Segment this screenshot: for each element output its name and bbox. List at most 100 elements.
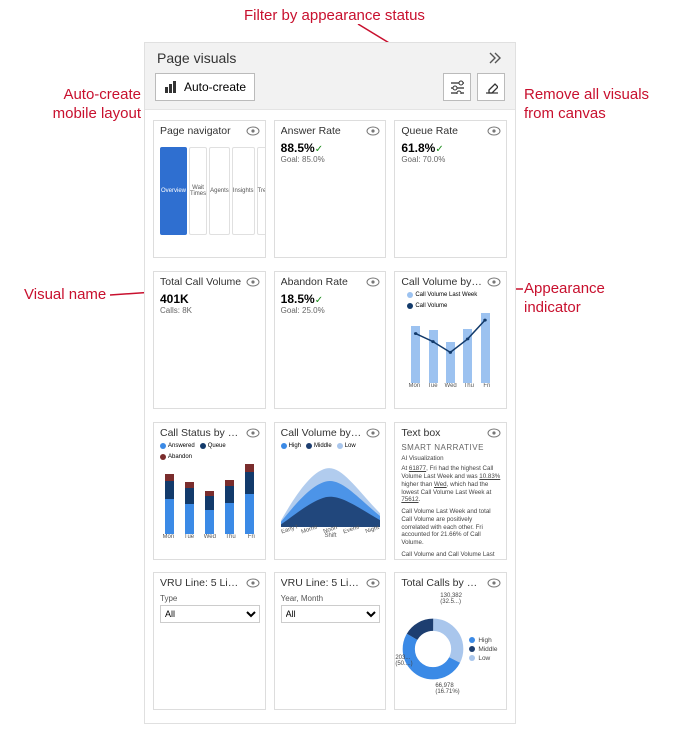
axis-tick: Tue [425,383,439,389]
kpi-goal: Goal: 85.0% [281,155,381,164]
visual-card-body: 401KCalls: 8K [154,290,265,408]
axis-tick: Wed [201,534,218,540]
visual-card[interactable]: Total Call Volume 401KCalls: 8K [153,271,266,409]
check-icon: ✓ [315,144,323,155]
axis-tick: Thu [462,383,476,389]
visual-card[interactable]: Call Volume by S... HighMiddleLowEarly Mo… [274,422,387,560]
appearance-indicator-icon[interactable] [366,277,380,287]
pagenav-tab[interactable]: Trends [257,147,265,235]
legend-item: High [469,637,497,644]
visual-card[interactable]: Call Volume by ...Call Volume Last WeekC… [394,271,507,409]
appearance-indicator-icon[interactable] [246,428,260,438]
panel-toolbar: Auto-create [145,73,515,109]
pagenav-tab[interactable]: Insights [232,147,255,235]
pagenav-tab[interactable]: Overview [160,147,187,235]
visual-card[interactable]: Abandon Rate 18.5%✓Goal: 25.0% [274,271,387,409]
visual-card-body: 88.5%✓Goal: 85.0% [275,139,386,257]
check-icon: ✓ [315,295,323,306]
visual-card-body: OverviewWait TimesAgentsInsightsTrends [154,139,265,257]
visual-card[interactable]: Call Status by W...AnsweredQueueAbandonM… [153,422,266,560]
slicer-select[interactable]: All [160,605,260,623]
visual-card-body: HighMiddleLow130,382(32.5...)203...(50..… [395,591,506,709]
visuals-grid: Page navigatorOverviewWait TimesAgentsIn… [145,109,515,723]
legend-item: Low [469,655,497,662]
visual-card[interactable]: VRU Line: 5 Line...TypeAll [153,572,266,710]
appearance-indicator-icon[interactable] [487,277,501,287]
kpi-value: 401K [160,292,189,306]
appearance-indicator-icon[interactable] [487,428,501,438]
visual-card-body: Year, Month All [275,591,386,709]
visual-card-body: HighMiddleLowEarly MorningMorningNoonEve… [275,441,386,559]
visual-name: VRU Line: 5 Line... [281,577,363,589]
eraser-icon [484,80,498,94]
appearance-indicator-icon[interactable] [366,428,380,438]
visual-card-header: Total Call Volume [154,272,265,290]
collapse-icon[interactable] [487,50,503,66]
remove-all-button[interactable] [477,73,505,101]
annotation-autocreate: Auto-createmobile layout [21,86,141,124]
visual-name: Call Volume by S... [281,427,363,439]
filter-button[interactable] [443,73,471,101]
appearance-indicator-icon[interactable] [487,578,501,588]
visual-card[interactable]: VRU Line: 5 Line... Year, Month All [274,572,387,710]
appearance-indicator-icon[interactable] [366,126,380,136]
legend-item: Call Volume Last Week [407,292,477,298]
visual-card[interactable]: Text boxSMART NARRATIVEAI VisualizationA… [394,422,507,560]
visual-name: Call Status by W... [160,427,242,439]
axis-tick: Thu [222,534,239,540]
axis-tick: Tue [181,534,198,540]
text-paragraph: At 61877, Fri had the highest Call Volum… [401,465,501,504]
visual-card-body: AnsweredQueueAbandonMonTueWedThuFri [154,441,265,559]
appearance-indicator-icon[interactable] [366,578,380,588]
kpi-value: 61.8% [401,141,435,155]
visual-name: Answer Rate [281,125,363,137]
panel-header: Page visuals [145,43,515,73]
visual-card-header: Call Volume by S... [275,423,386,441]
axis-tick: Fri [480,383,494,389]
donut-datalabel: 203...(50....) [395,655,412,667]
visual-name: VRU Line: 5 Line... [160,577,242,589]
annotation-appearance: Appearanceindicator [524,280,605,318]
visual-card[interactable]: Total Calls by Pri...HighMiddleLow130,38… [394,572,507,710]
visual-name: Queue Rate [401,125,483,137]
visual-name: Text box [401,427,483,439]
visual-card-header: Abandon Rate [275,272,386,290]
slicer-label: Year, Month [281,594,323,603]
visual-name: Abandon Rate [281,276,363,288]
visual-card[interactable]: Page navigatorOverviewWait TimesAgentsIn… [153,120,266,258]
visual-card-body: 61.8%✓Goal: 70.0% [395,139,506,257]
axis-tick: Mon [407,383,421,389]
visual-card-header: VRU Line: 5 Line... [275,573,386,591]
axis-tick: Fri [243,534,260,540]
pagenav-tab[interactable]: Wait Times [189,147,207,235]
pagenav-tab[interactable]: Agents [209,147,230,235]
visual-card[interactable]: Answer Rate 88.5%✓Goal: 85.0% [274,120,387,258]
kpi-value: 88.5% [281,141,315,155]
annotation-visualname: Visual name [24,286,106,305]
appearance-indicator-icon[interactable] [246,277,260,287]
axis-tick: Wed [444,383,458,389]
visual-card-header: Total Calls by Pri... [395,573,506,591]
slicer-select[interactable]: All [281,605,381,623]
appearance-indicator-icon[interactable] [246,126,260,136]
kpi-goal: Calls: 8K [160,306,260,315]
kpi-goal: Goal: 25.0% [281,306,381,315]
auto-create-label: Auto-create [184,80,246,94]
y-axis-label: Call Volume [505,312,506,339]
page-visuals-panel: Page visuals Auto-create [144,42,516,724]
sliders-icon [450,80,464,94]
visual-card-body: 18.5%✓Goal: 25.0% [275,290,386,408]
legend-item: Abandon [160,454,192,460]
text-paragraph: Call Volume and Call Volume Last Week [401,551,501,559]
legend-item: Middle [469,646,497,653]
panel-title: Page visuals [157,50,487,66]
appearance-indicator-icon[interactable] [487,126,501,136]
auto-create-button[interactable]: Auto-create [155,73,255,101]
visual-name: Total Call Volume [160,276,242,288]
visual-card[interactable]: Queue Rate 61.8%✓Goal: 70.0% [394,120,507,258]
annotation-remove: Remove all visualsfrom canvas [524,86,649,124]
visual-card-header: Answer Rate [275,121,386,139]
annotation-filter: Filter by appearance status [244,7,425,26]
visual-card-header: Text box [395,423,506,441]
appearance-indicator-icon[interactable] [246,578,260,588]
